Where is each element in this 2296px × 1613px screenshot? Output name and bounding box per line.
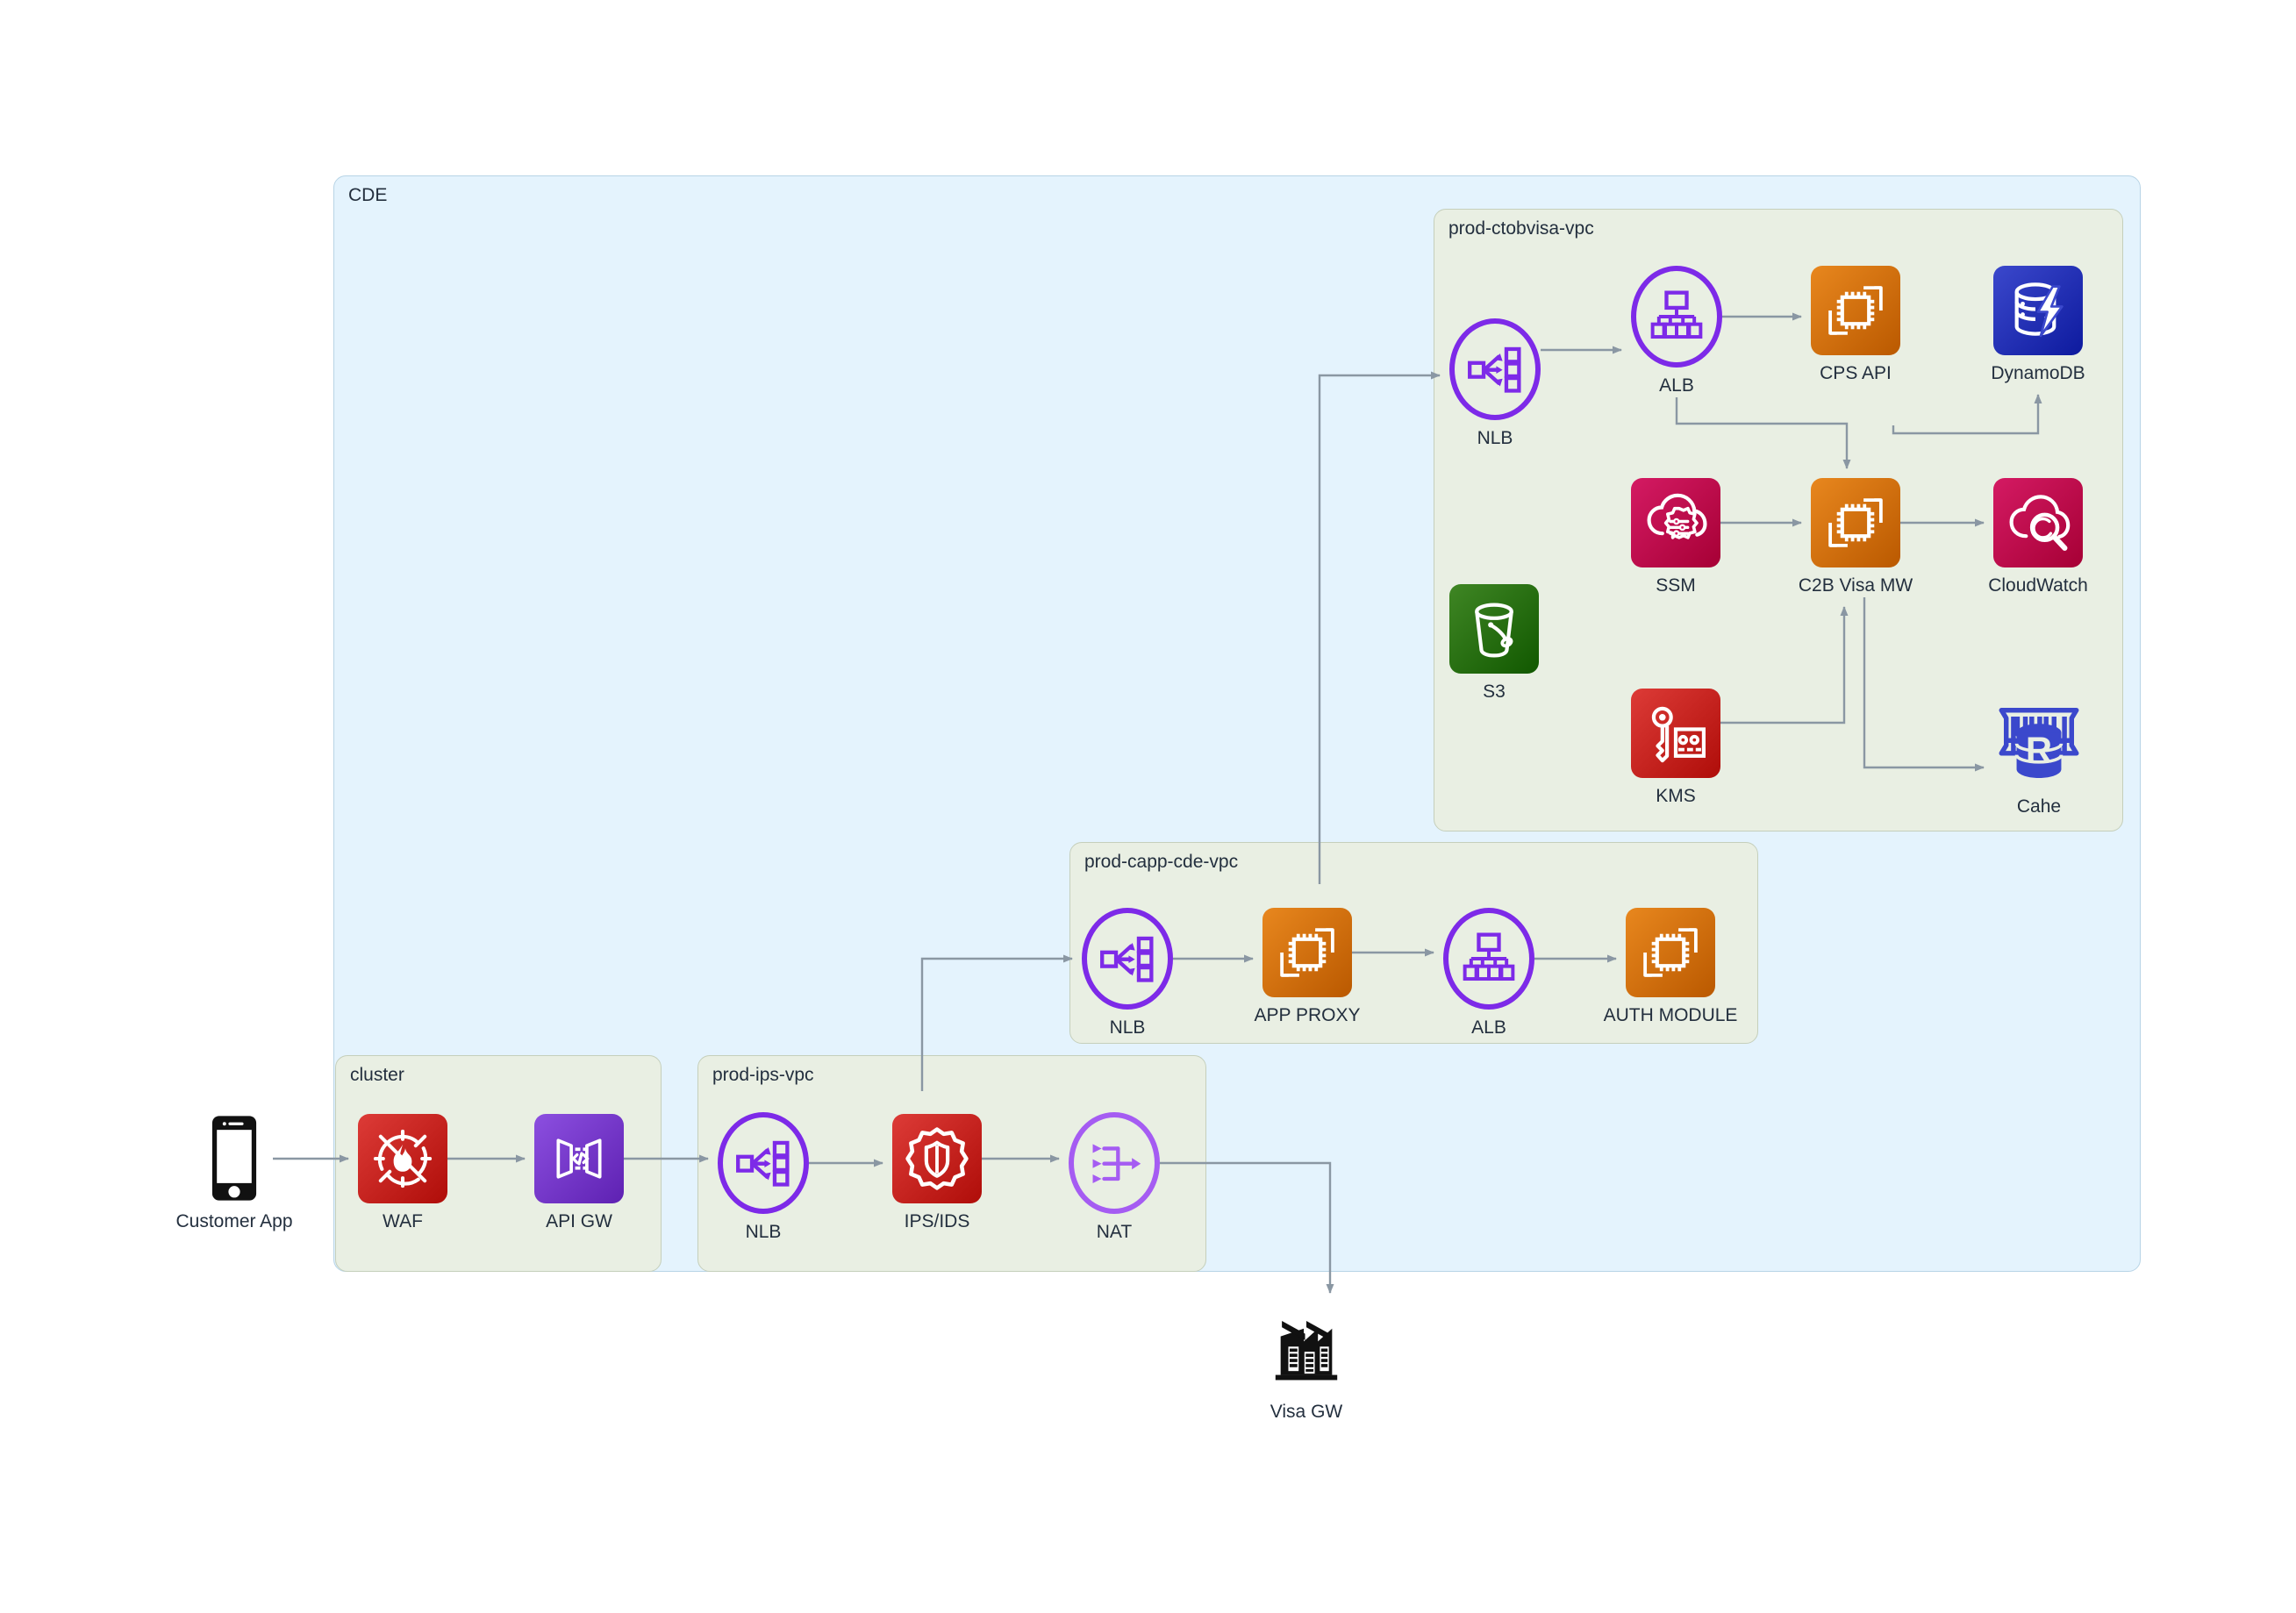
systems-manager-icon (1631, 478, 1720, 567)
node-label-customer_app: Customer App (175, 1211, 293, 1231)
node-app_proxy[interactable]: APP PROXY (1255, 908, 1361, 1025)
node-nlb_capp[interactable]: NLB (1082, 908, 1173, 1038)
node-cloudwatch[interactable]: CloudWatch (1988, 478, 2088, 596)
node-label-visa_gw: Visa GW (1270, 1402, 1343, 1422)
node-label-alb_ctob: ALB (1659, 375, 1694, 396)
node-label-alb_capp: ALB (1471, 1017, 1506, 1038)
node-label-waf: WAF (383, 1211, 423, 1231)
ec2-chip-icon (1626, 908, 1715, 997)
factory-building-icon (1261, 1303, 1352, 1394)
application-load-balancer-icon (1631, 266, 1722, 368)
node-label-auth_module: AUTH MODULE (1603, 1005, 1738, 1025)
ec2-chip-icon (1811, 266, 1900, 355)
ec2-chip-icon (1262, 908, 1352, 997)
node-label-cps_api: CPS API (1820, 363, 1892, 383)
ec2-chip-icon (1811, 478, 1900, 567)
node-auth_module[interactable]: AUTH MODULE (1604, 908, 1737, 1025)
node-nat[interactable]: NAT (1069, 1112, 1160, 1242)
node-alb_capp[interactable]: ALB (1443, 908, 1534, 1038)
network-load-balancer-icon (1449, 318, 1541, 420)
group-label-ipsvpc: prod-ips-vpc (712, 1065, 814, 1085)
node-label-nlb_ctob: NLB (1477, 428, 1513, 448)
node-label-s3: S3 (1483, 682, 1506, 702)
node-dynamodb[interactable]: DynamoDB (1991, 266, 2085, 383)
node-ipsids[interactable]: IPS/IDS (892, 1114, 982, 1231)
node-kms[interactable]: KMS (1631, 689, 1720, 806)
node-cache[interactable]: R Cahe (1993, 697, 2085, 817)
node-c2b_visa_mw[interactable]: C2B Visa MW (1799, 478, 1913, 596)
node-label-cloudwatch: CloudWatch (1988, 575, 2088, 596)
ips-ids-shield-gear-icon (892, 1114, 982, 1203)
elasticache-redis-icon: R (1993, 697, 2085, 789)
mobile-phone-icon (189, 1112, 280, 1203)
svg-text:R: R (2026, 730, 2052, 771)
waf-firewall-icon (358, 1114, 447, 1203)
node-nlb_ctob[interactable]: NLB (1449, 318, 1541, 448)
api-gateway-icon (534, 1114, 624, 1203)
node-label-nlb_ips: NLB (745, 1222, 782, 1242)
group-label-cappcde: prod-capp-cde-vpc (1084, 852, 1239, 872)
architecture-diagram-canvas: CDE prod-ctobvisa-vpc prod-capp-cde-vpc clu… (0, 0, 2296, 1613)
node-nlb_ips[interactable]: NLB (718, 1112, 809, 1242)
network-load-balancer-icon (718, 1112, 809, 1214)
network-load-balancer-icon (1082, 908, 1173, 1010)
node-s3[interactable]: S3 (1449, 584, 1539, 702)
node-label-c2b_visa_mw: C2B Visa MW (1798, 575, 1913, 596)
s3-bucket-icon (1449, 584, 1539, 674)
dynamodb-icon (1993, 266, 2083, 355)
cloudwatch-icon (1993, 478, 2083, 567)
node-label-nat: NAT (1096, 1222, 1133, 1242)
kms-key-icon (1631, 689, 1720, 778)
group-label-ctobvisa: prod-ctobvisa-vpc (1448, 218, 1594, 239)
node-label-ipsids: IPS/IDS (904, 1211, 970, 1231)
node-alb_ctob[interactable]: ALB (1631, 266, 1722, 396)
node-ssm[interactable]: SSM (1631, 478, 1720, 596)
group-label-cluster: cluster (350, 1065, 404, 1085)
node-label-kms: KMS (1656, 786, 1696, 806)
node-apigw[interactable]: API GW (534, 1114, 624, 1231)
node-label-app_proxy: APP PROXY (1254, 1005, 1361, 1025)
node-label-cache: Cahe (2016, 796, 2062, 817)
node-cps_api[interactable]: CPS API (1811, 266, 1900, 383)
node-label-apigw: API GW (546, 1211, 612, 1231)
node-customer_app[interactable]: Customer App (175, 1112, 293, 1231)
node-waf[interactable]: WAF (358, 1114, 447, 1231)
application-load-balancer-icon (1443, 908, 1534, 1010)
nat-gateway-icon (1069, 1112, 1160, 1214)
group-label-cde: CDE (348, 185, 388, 205)
node-label-ssm: SSM (1656, 575, 1696, 596)
node-label-dynamodb: DynamoDB (1991, 363, 2085, 383)
node-visa_gw[interactable]: Visa GW (1261, 1303, 1352, 1422)
node-label-nlb_capp: NLB (1109, 1017, 1146, 1038)
